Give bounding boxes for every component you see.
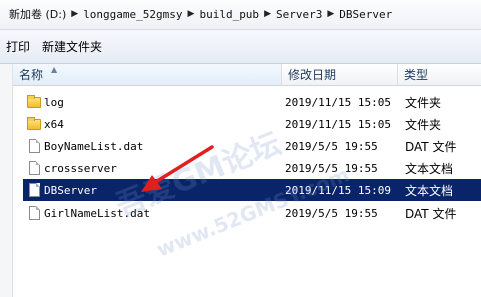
file-name: log	[44, 95, 64, 109]
chevron-right-icon[interactable]: ▶	[327, 9, 334, 19]
file-icon	[26, 205, 42, 221]
file-row[interactable]: log 2019/11/15 15:05 文件夹	[22, 91, 481, 113]
file-type: 文本文档	[405, 161, 454, 176]
file-name: BoyNameList.dat	[44, 139, 144, 153]
chevron-right-icon[interactable]: ▶	[71, 9, 78, 19]
toolbar: 打印 新建文件夹	[0, 30, 481, 64]
file-icon	[26, 182, 42, 198]
file-type: 文本文档	[405, 183, 454, 198]
column-header-type-label: 类型	[404, 68, 429, 82]
file-type: DAT 文件	[405, 139, 457, 154]
folder-icon	[26, 94, 42, 110]
file-date: 2019/5/5 19:55	[285, 206, 378, 220]
file-name: GirlNameList.dat	[44, 206, 150, 220]
print-button[interactable]: 打印	[0, 38, 36, 55]
file-date: 2019/5/5 19:55	[285, 161, 378, 175]
file-icon	[26, 160, 42, 176]
file-date: 2019/11/15 15:05	[285, 95, 391, 109]
file-type: DAT 文件	[405, 206, 457, 221]
column-header-type[interactable]: 类型	[398, 64, 481, 86]
breadcrumb-longgame[interactable]: longgame_52gmsy	[83, 8, 182, 21]
file-icon	[26, 138, 42, 154]
file-row[interactable]: x64 2019/11/15 15:05 文件夹	[22, 113, 481, 135]
file-row[interactable]: BoyNameList.dat 2019/5/5 19:55 DAT 文件	[22, 135, 481, 157]
column-header-date[interactable]: 修改日期	[282, 64, 398, 86]
file-name: DBServer	[44, 183, 97, 197]
file-type: 文件夹	[405, 117, 442, 132]
column-header-name[interactable]: 名称 ▲	[13, 64, 282, 86]
chevron-right-icon[interactable]: ▶	[188, 9, 195, 19]
file-name: x64	[44, 117, 64, 131]
breadcrumb-drive[interactable]: 新加卷 (D:)	[9, 6, 66, 22]
address-bar[interactable]: 新加卷 (D:) ▶ longgame_52gmsy ▶ build_pub ▶…	[0, 0, 481, 30]
navigation-pane[interactable]	[0, 64, 13, 297]
column-header-name-label: 名称	[19, 68, 44, 82]
file-name: crossserver	[44, 161, 117, 175]
file-row[interactable]: GirlNameList.dat 2019/5/5 19:55 DAT 文件	[22, 202, 481, 224]
breadcrumb-dbserver[interactable]: DBServer	[339, 8, 392, 21]
file-date: 2019/5/5 19:55	[285, 139, 378, 153]
file-row-selected[interactable]: DBServer 2019/11/15 15:09 文本文档	[23, 179, 481, 201]
breadcrumb-build-pub[interactable]: build_pub	[199, 8, 259, 21]
breadcrumb-server3[interactable]: Server3	[276, 8, 322, 21]
chevron-right-icon[interactable]: ▶	[264, 9, 271, 19]
file-date: 2019/11/15 15:09	[285, 183, 391, 197]
file-date: 2019/11/15 15:05	[285, 117, 391, 131]
folder-icon	[26, 116, 42, 132]
file-row[interactable]: crossserver 2019/5/5 19:55 文本文档	[22, 157, 481, 179]
sort-ascending-icon: ▲	[51, 65, 58, 74]
file-type: 文件夹	[405, 95, 442, 110]
new-folder-button[interactable]: 新建文件夹	[36, 38, 108, 55]
column-header-date-label: 修改日期	[288, 68, 337, 82]
